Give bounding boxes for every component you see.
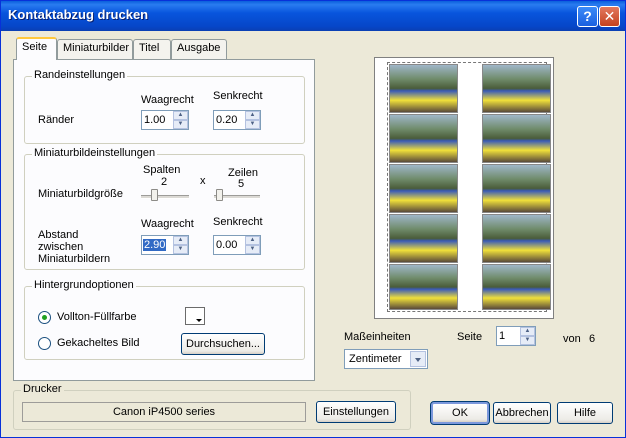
spin-up-icon[interactable]: ▲ [173, 111, 188, 120]
thumbnail-group: Miniaturbildeinstellungen Spalten 2 x Ze… [24, 147, 305, 270]
thumbnail-image [389, 114, 458, 163]
ok-button[interactable]: OK [430, 401, 490, 425]
printer-name: Canon iP4500 series [22, 402, 306, 422]
page-label: Seite [457, 331, 483, 343]
spinner-value: 0.00 [216, 239, 238, 251]
printer-group-label: Drucker [21, 383, 64, 395]
thumbnail-image [482, 264, 551, 310]
spacing-label-line3: Miniaturbildern [38, 253, 111, 265]
tab-miniaturbilder[interactable]: Miniaturbilder [57, 39, 133, 59]
units-select-value: Zentimeter [349, 353, 402, 365]
page-total: 6 [589, 333, 596, 345]
background-group-label: Hintergrundoptionen [32, 279, 136, 291]
printer-settings-button[interactable]: Einstellungen [316, 401, 396, 423]
margins-row-label: Ränder [38, 114, 75, 126]
background-group: Hintergrundoptionen Vollton-Füllfarbe Ge… [24, 279, 305, 360]
columns-label: Spalten [143, 164, 181, 176]
margins-group: Randeinstellungen Waagrecht Senkrecht Rä… [24, 69, 305, 144]
spinner-value: 1.00 [144, 114, 166, 126]
spinner-arrows: ▲ ▼ [173, 236, 188, 254]
spin-down-icon[interactable]: ▼ [245, 120, 260, 129]
solid-fill-label[interactable]: Vollton-Füllfarbe [57, 311, 137, 323]
columns-slider-handle[interactable] [151, 189, 159, 201]
thumbnail-image [389, 164, 458, 213]
title-bar[interactable]: Kontaktabzug drucken ? ✕ [1, 1, 625, 31]
tab-panel-seite: Randeinstellungen Waagrecht Senkrecht Rä… [13, 59, 315, 381]
rows-value: 5 [238, 178, 245, 190]
spacing-vertical-spinner[interactable]: 0.00 ▲ ▼ [213, 235, 261, 255]
spacing-label-line2: zwischen [38, 241, 84, 253]
tab-label: Titel [139, 42, 160, 54]
spacing-horizontal-spinner[interactable]: 2.90 ▲ ▼ [141, 235, 189, 255]
spin-up-icon[interactable]: ▲ [245, 236, 260, 245]
spinner-arrows: ▲ ▼ [520, 327, 535, 345]
spinner-arrows: ▲ ▼ [173, 111, 188, 129]
chevron-down-icon[interactable] [410, 351, 426, 367]
tab-label: Miniaturbilder [63, 42, 130, 54]
spacing-horizontal-header: Waagrecht [141, 218, 194, 230]
margin-vertical-spinner[interactable]: 0.20 ▲ ▼ [213, 110, 261, 130]
tab-seite[interactable]: Seite [16, 37, 57, 60]
help-button[interactable]: Hilfe [557, 402, 613, 424]
solid-fill-radio[interactable] [38, 311, 51, 324]
spin-down-icon[interactable]: ▼ [173, 245, 188, 254]
dialog-window: Kontaktabzug drucken ? ✕ Seite Miniaturb… [0, 0, 626, 438]
contact-sheet-preview [374, 57, 554, 319]
columns-value: 2 [161, 176, 168, 188]
spacing-label-line1: Abstand [38, 229, 79, 241]
tab-titel[interactable]: Titel [133, 39, 171, 59]
spinner-value: 0.20 [216, 114, 238, 126]
tiled-image-radio[interactable] [38, 337, 51, 350]
margin-horizontal-spinner[interactable]: 1.00 ▲ ▼ [141, 110, 189, 130]
dialog-title: Kontaktabzug drucken [8, 7, 149, 22]
thumbnail-image [389, 214, 458, 263]
spin-down-icon[interactable]: ▼ [245, 245, 260, 254]
tab-label: Ausgabe [177, 42, 221, 54]
thumbnail-image [389, 264, 458, 310]
tab-ausgabe[interactable]: Ausgabe [171, 39, 227, 59]
printer-group: Drucker Canon iP4500 series Einstellunge… [13, 383, 411, 430]
thumbnail-group-label: Miniaturbildeinstellungen [32, 147, 158, 159]
spinner-value: 1 [499, 330, 506, 342]
help-title-button[interactable]: ? [577, 6, 598, 27]
times-sign: x [200, 175, 206, 187]
spacing-vertical-header: Senkrecht [213, 216, 263, 228]
spin-down-icon[interactable]: ▼ [173, 120, 188, 129]
fill-color-picker[interactable] [185, 307, 205, 325]
spinner-arrows: ▲ ▼ [245, 236, 260, 254]
rows-slider-handle[interactable] [215, 189, 223, 201]
tab-label: Seite [22, 41, 48, 53]
tiled-image-label[interactable]: Gekacheltes Bild [57, 337, 140, 349]
cancel-button[interactable]: Abbrechen [493, 402, 551, 424]
spin-down-icon[interactable]: ▼ [520, 336, 535, 345]
browse-button[interactable]: Durchsuchen... [181, 333, 265, 355]
close-button[interactable]: ✕ [599, 6, 620, 27]
margins-vertical-header: Senkrecht [213, 90, 263, 102]
thumbnail-image [482, 164, 551, 213]
units-label: Maßeinheiten [344, 331, 411, 343]
thumbnail-image [482, 64, 551, 113]
preview-page [387, 62, 551, 312]
margins-group-label: Randeinstellungen [32, 69, 128, 81]
columns-slider-track[interactable] [141, 195, 189, 199]
page-of-label: von [563, 333, 581, 345]
page-spinner[interactable]: 1 ▲ ▼ [496, 326, 536, 346]
units-select[interactable]: Zentimeter [344, 349, 428, 369]
margins-horizontal-header: Waagrecht [141, 94, 194, 106]
thumbnail-image [482, 114, 551, 163]
spinner-value: 2.90 [143, 239, 167, 251]
thumbnail-image [482, 214, 551, 263]
spin-up-icon[interactable]: ▲ [245, 111, 260, 120]
spin-up-icon[interactable]: ▲ [173, 236, 188, 245]
thumbnail-image [389, 64, 458, 113]
spinner-arrows: ▲ ▼ [245, 111, 260, 129]
spin-up-icon[interactable]: ▲ [520, 327, 535, 336]
thumbnail-size-label: Miniaturbildgröße [38, 188, 123, 200]
